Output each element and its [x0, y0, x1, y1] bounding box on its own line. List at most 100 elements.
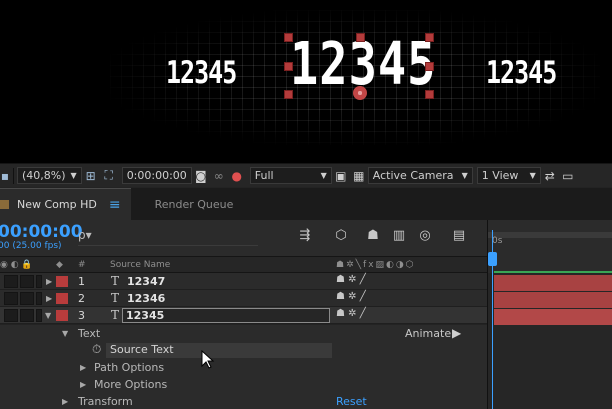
layer-duration-bar[interactable]	[494, 275, 612, 291]
property-label: Path Options	[94, 361, 165, 374]
view-layout-value: 1 View	[481, 169, 519, 182]
resolution-dropdown[interactable]: Full ▼	[249, 167, 332, 184]
anchor-point-icon[interactable]	[353, 86, 367, 100]
camera-dropdown[interactable]: Active Camera ▼	[367, 167, 473, 184]
transform-handle-tr[interactable]	[425, 33, 434, 42]
current-time-field[interactable]: 0:00:00:00	[121, 167, 192, 184]
property-label: More Options	[94, 378, 168, 391]
twirl-expand-icon[interactable]: ▶	[80, 363, 86, 372]
property-path-options[interactable]: ▶ Path Options	[0, 359, 487, 376]
tab-new-comp-hd[interactable]: New Comp HD ≡	[0, 188, 131, 220]
draft-3d-icon[interactable]: ⬡	[332, 228, 350, 246]
layer-number: 2	[78, 292, 85, 305]
twirl-expand-icon[interactable]: ▶	[62, 397, 68, 406]
transform-handle-ml[interactable]	[284, 62, 293, 71]
video-switch[interactable]	[4, 292, 18, 305]
layer-label-color[interactable]	[56, 293, 68, 304]
layer-duration-bar[interactable]	[494, 292, 612, 308]
lock-switch[interactable]	[36, 309, 42, 322]
animate-play-icon[interactable]: ▶	[452, 326, 461, 340]
composition-mini-flowchart-icon[interactable]: ⇶	[296, 228, 314, 246]
video-switch[interactable]	[4, 275, 18, 288]
layer-switches[interactable]: ☗ ✲ ╱	[336, 274, 366, 285]
audio-switch[interactable]	[20, 275, 34, 288]
text-layer-icon: T	[111, 291, 120, 305]
chevron-down-icon: ▼	[529, 171, 536, 180]
mask-visibility-icon[interactable]: ⛶	[100, 167, 118, 184]
camera-value: Active Camera	[372, 169, 454, 182]
chevron-down-icon: ▼	[461, 171, 468, 180]
num-column-header: #	[78, 260, 86, 270]
view-layout-dropdown[interactable]: 1 View ▼	[476, 167, 541, 184]
source-name-column-header[interactable]: Source Name	[110, 260, 170, 270]
transform-handle-tc[interactable]	[356, 33, 365, 42]
composition-viewer[interactable]: 12345 12345 12345	[0, 0, 612, 163]
text-layer-icon: T	[111, 274, 120, 288]
stopwatch-icon[interactable]: ⏱	[92, 342, 101, 357]
layer-duration-bar[interactable]	[494, 309, 612, 325]
layer-label-color[interactable]	[56, 310, 68, 321]
property-group-transform[interactable]: ▶ Transform Reset	[0, 393, 487, 409]
reset-link[interactable]: Reset	[336, 395, 367, 408]
current-time-indicator[interactable]	[488, 252, 497, 266]
layer-name[interactable]: 12346	[127, 292, 165, 305]
label-column-icon: ◆	[56, 260, 63, 270]
twirl-expand-icon[interactable]: ▶	[46, 294, 52, 303]
transparency-grid-icon[interactable]: ▦	[350, 167, 368, 184]
layer-label-color[interactable]	[56, 276, 68, 287]
frame-blending-icon[interactable]: ▥	[390, 228, 408, 246]
show-snapshot-icon[interactable]: ∞	[210, 167, 228, 184]
tab-label: Render Queue	[154, 197, 234, 211]
property-group-text[interactable]: ▼ Text Animate: ▶	[0, 325, 487, 342]
chevron-down-icon: ▼	[70, 171, 77, 180]
chevron-down-icon: ▼	[320, 171, 327, 180]
twirl-collapse-icon[interactable]: ▼	[45, 311, 51, 320]
twirl-expand-icon[interactable]: ▶	[80, 380, 86, 389]
video-switch[interactable]	[4, 309, 18, 322]
timeline-graph[interactable]: 0s	[487, 220, 612, 409]
layer-name-edit-field[interactable]: 12345	[122, 308, 330, 323]
property-source-text[interactable]: ⏱ Source Text	[0, 342, 487, 359]
graph-editor-icon[interactable]: ▤	[450, 228, 468, 246]
toggle-pixel-aspect-icon[interactable]: ⇄	[541, 167, 559, 184]
tab-render-queue[interactable]: Render Queue	[131, 188, 244, 220]
lock-switch[interactable]	[36, 275, 42, 288]
grid-guide-options-icon[interactable]: ⊞	[82, 167, 100, 184]
layer-name[interactable]: 12347	[127, 275, 165, 288]
twirl-collapse-icon[interactable]: ▼	[62, 329, 68, 338]
layer-switches[interactable]: ☗ ✲ ╱	[336, 308, 366, 319]
layer-search-input[interactable]: ρ▾	[78, 228, 258, 246]
magnification-dropdown[interactable]: (40,8%) ▼	[17, 167, 82, 184]
layer-number: 3	[78, 309, 85, 322]
color-channels-icon[interactable]: ●	[228, 167, 246, 184]
panel-menu-icon[interactable]: ≡	[109, 197, 121, 213]
hide-shy-layers-icon[interactable]: ☗	[364, 228, 382, 246]
transform-handle-br[interactable]	[425, 90, 434, 99]
animate-menu-label[interactable]: Animate:	[405, 327, 455, 340]
twirl-expand-icon[interactable]: ▶	[46, 277, 52, 286]
layer-row-selected[interactable]: ▼ 3 T 12345 ☗ ✲ ╱	[0, 307, 487, 324]
audio-switch[interactable]	[20, 309, 34, 322]
current-time-display[interactable]: 00:00:00	[0, 222, 83, 242]
fast-previews-icon[interactable]: ▭	[559, 167, 577, 184]
comp-text-right: 12345	[486, 54, 557, 91]
audio-switch[interactable]	[20, 292, 34, 305]
property-more-options[interactable]: ▶ More Options	[0, 376, 487, 393]
motion-blur-icon[interactable]: ◎	[416, 228, 434, 246]
snapshot-camera-icon[interactable]: ◙	[192, 167, 210, 184]
av-features-icons: ◉ ◐ 🔒	[0, 260, 33, 270]
lock-switch[interactable]	[36, 292, 42, 305]
layer-number: 1	[78, 275, 85, 288]
transform-handle-mr[interactable]	[425, 62, 434, 71]
toggle-view-icon[interactable]: ▪	[0, 167, 10, 184]
property-label[interactable]: Source Text	[106, 343, 332, 358]
transform-handle-bl[interactable]	[284, 90, 293, 99]
layer-row[interactable]: ▶ 2 T 12346 ☗ ✲ ╱	[0, 290, 487, 307]
render-status-bar	[494, 271, 612, 273]
layer-row[interactable]: ▶ 1 T 12347 ☗ ✲ ╱	[0, 273, 487, 290]
transform-handle-tl[interactable]	[284, 33, 293, 42]
region-of-interest-icon[interactable]: ▣	[332, 167, 350, 184]
work-area-bar[interactable]	[488, 232, 612, 238]
layer-switches[interactable]: ☗ ✲ ╱	[336, 291, 366, 302]
time-ruler[interactable]: 0s	[488, 220, 612, 273]
